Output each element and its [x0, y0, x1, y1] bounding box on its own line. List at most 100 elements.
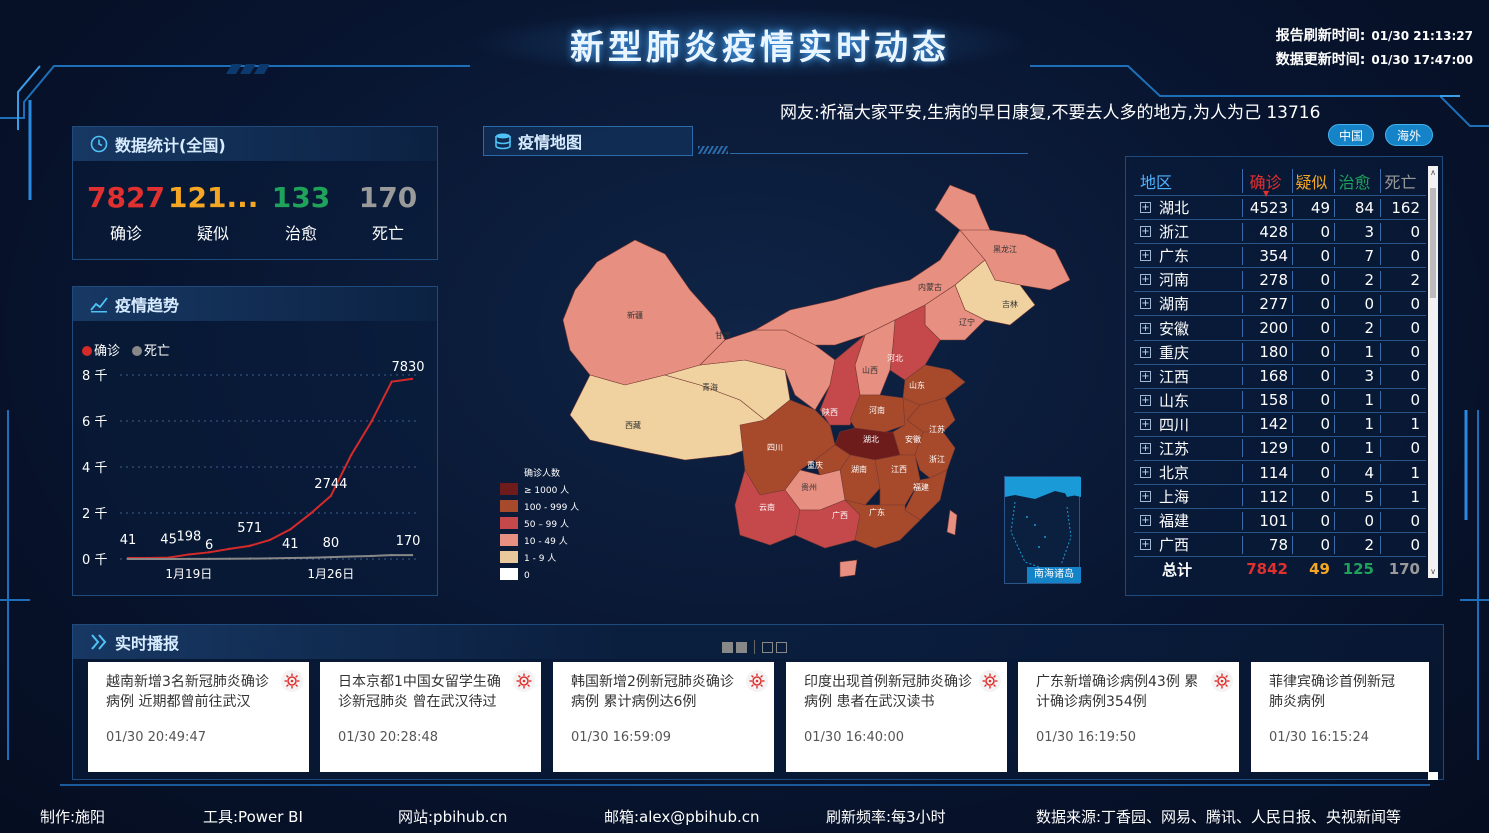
- map-legend-item[interactable]: 50 – 99 人: [500, 517, 579, 530]
- expand-icon[interactable]: +: [1140, 491, 1151, 503]
- table-row[interactable]: + 湖南 277 0 0 0: [1134, 292, 1426, 317]
- expand-icon[interactable]: +: [1140, 442, 1151, 454]
- expand-icon[interactable]: +: [1140, 322, 1151, 334]
- series-line-confirmed[interactable]: [127, 377, 413, 560]
- data-point[interactable]: [167, 557, 170, 561]
- data-point[interactable]: [147, 557, 150, 561]
- news-scroll-handle[interactable]: [1428, 772, 1438, 780]
- data-point[interactable]: [187, 557, 191, 561]
- table-row[interactable]: + 北京 114 0 4 1: [1134, 461, 1426, 486]
- data-point[interactable]: [370, 554, 373, 558]
- confirmed-cell: 428: [1242, 222, 1292, 241]
- table-row[interactable]: + 福建 101 0 0 0: [1134, 509, 1426, 534]
- th-confirmed[interactable]: 确诊 ▼: [1242, 168, 1292, 198]
- tab-china[interactable]: 中国: [1328, 124, 1374, 146]
- data-point[interactable]: [248, 544, 251, 548]
- data-point[interactable]: [309, 512, 312, 515]
- expand-icon[interactable]: +: [1140, 394, 1151, 406]
- table-row[interactable]: + 广东 354 0 7 0: [1134, 244, 1426, 269]
- th-suspected[interactable]: 疑似: [1292, 168, 1334, 193]
- pager-dot[interactable]: [722, 641, 733, 653]
- expand-icon[interactable]: +: [1140, 298, 1151, 310]
- map-legend-item[interactable]: 10 - 49 人: [500, 534, 579, 547]
- data-point[interactable]: [289, 528, 292, 531]
- scroll-up-icon[interactable]: ∧: [1428, 168, 1438, 177]
- table-row[interactable]: + 湖北 4523 49 84 162: [1134, 196, 1426, 221]
- news-card[interactable]: 越南新增3名新冠肺炎确诊病例 近期都曾前往武汉 01/30 20:49:47: [88, 662, 309, 772]
- pager-dot[interactable]: [776, 641, 787, 653]
- expand-icon[interactable]: +: [1140, 370, 1151, 382]
- data-point[interactable]: [390, 553, 393, 557]
- table-row[interactable]: + 重庆 180 0 1 0: [1134, 341, 1426, 365]
- table-row[interactable]: + 山东 158 0 1 0: [1134, 389, 1426, 413]
- footer-email[interactable]: 邮箱:alex@pbihub.cn: [604, 806, 760, 827]
- table-row[interactable]: + 江西 168 0 3 0: [1134, 365, 1426, 389]
- region-xinjiang[interactable]: [562, 239, 726, 386]
- expand-icon[interactable]: +: [1140, 274, 1151, 286]
- stat-cured-value: 133: [271, 181, 331, 214]
- expand-icon[interactable]: +: [1140, 539, 1151, 551]
- scroll-down-icon[interactable]: ∨: [1428, 567, 1438, 576]
- data-point[interactable]: [207, 557, 211, 561]
- region-hainan[interactable]: [839, 559, 858, 578]
- th-region[interactable]: 地区: [1134, 169, 1242, 193]
- region-taiwan[interactable]: [946, 509, 958, 536]
- expand-icon[interactable]: +: [1140, 226, 1151, 238]
- data-point[interactable]: [268, 538, 272, 542]
- map-legend-item[interactable]: ≥ 1000 人: [500, 483, 579, 496]
- data-point[interactable]: [370, 420, 373, 423]
- data-point[interactable]: [228, 547, 231, 551]
- footer-site[interactable]: 网站:pbihub.cn: [398, 806, 507, 827]
- table-row[interactable]: + 四川 142 0 1 1: [1134, 413, 1426, 437]
- legend-dead[interactable]: 死亡: [132, 340, 170, 359]
- data-point[interactable]: [248, 557, 251, 560]
- table-row[interactable]: + 上海 112 0 5 1: [1134, 485, 1426, 510]
- expand-icon[interactable]: +: [1140, 515, 1151, 527]
- footer-tool: 工具:Power BI: [203, 808, 303, 826]
- data-point[interactable]: [349, 555, 353, 558]
- news-card[interactable]: 日本京都1中国女留学生确诊新冠肺炎 曾在武汉待过 01/30 20:28:48: [320, 662, 541, 772]
- data-point[interactable]: [309, 556, 312, 559]
- data-point[interactable]: [390, 380, 393, 383]
- data-point[interactable]: [126, 557, 130, 561]
- data-point[interactable]: [410, 377, 414, 381]
- data-point[interactable]: [289, 556, 292, 560]
- data-point[interactable]: [329, 555, 333, 559]
- map-legend-item[interactable]: 100 - 999 人: [500, 500, 579, 513]
- expand-icon[interactable]: +: [1140, 467, 1151, 479]
- table-row[interactable]: + 江苏 129 0 1 0: [1134, 437, 1426, 462]
- data-point[interactable]: [268, 557, 272, 560]
- map-legend-item[interactable]: 1 - 9 人: [500, 551, 579, 564]
- map-legend-item[interactable]: 0: [500, 568, 579, 581]
- table-row[interactable]: + 河南 278 0 2 2: [1134, 268, 1426, 293]
- scroll-thumb[interactable]: [1430, 188, 1436, 298]
- table-row[interactable]: + 浙江 428 0 3 0: [1134, 220, 1426, 245]
- pager-dot[interactable]: [736, 641, 747, 653]
- confirmed-cell: 277: [1242, 294, 1292, 313]
- legend-confirmed[interactable]: 确诊: [82, 340, 120, 359]
- data-point[interactable]: [187, 553, 191, 556]
- news-card[interactable]: 印度出现首例新冠肺炎确诊病例 患者在武汉读书 01/30 16:40:00: [786, 662, 1007, 772]
- expand-icon[interactable]: +: [1140, 346, 1151, 358]
- virus-icon: [513, 670, 535, 692]
- region-name: 江西: [1159, 367, 1190, 386]
- table-row[interactable]: + 安徽 200 0 2 0: [1134, 316, 1426, 341]
- expand-icon[interactable]: +: [1140, 250, 1151, 262]
- expand-icon[interactable]: +: [1140, 418, 1151, 430]
- region-hunan[interactable]: [839, 454, 881, 506]
- data-point[interactable]: [410, 553, 414, 557]
- suspected-cell: 0: [1292, 535, 1334, 554]
- news-card[interactable]: 韩国新增2例新冠肺炎确诊病例 累计病例达6例 01/30 16:59:09: [553, 662, 774, 772]
- expand-icon[interactable]: +: [1140, 202, 1151, 214]
- table-row[interactable]: + 广西 78 0 2 0: [1134, 533, 1426, 558]
- pager-dot[interactable]: [762, 641, 773, 653]
- th-dead[interactable]: 死亡: [1380, 168, 1426, 193]
- tab-overseas[interactable]: 海外: [1385, 124, 1433, 146]
- data-point[interactable]: [349, 453, 353, 457]
- data-point[interactable]: [228, 557, 231, 560]
- table-scrollbar[interactable]: ∧ ∨: [1428, 166, 1438, 578]
- th-cured[interactable]: 治愈: [1334, 168, 1380, 193]
- news-card[interactable]: 广东新增确诊病例43例 累计确诊病例354例 01/30 16:19:50: [1018, 662, 1239, 772]
- data-point[interactable]: [329, 494, 333, 498]
- news-card[interactable]: 菲律宾确诊首例新冠肺炎病例 01/30 16:15:24: [1251, 662, 1429, 772]
